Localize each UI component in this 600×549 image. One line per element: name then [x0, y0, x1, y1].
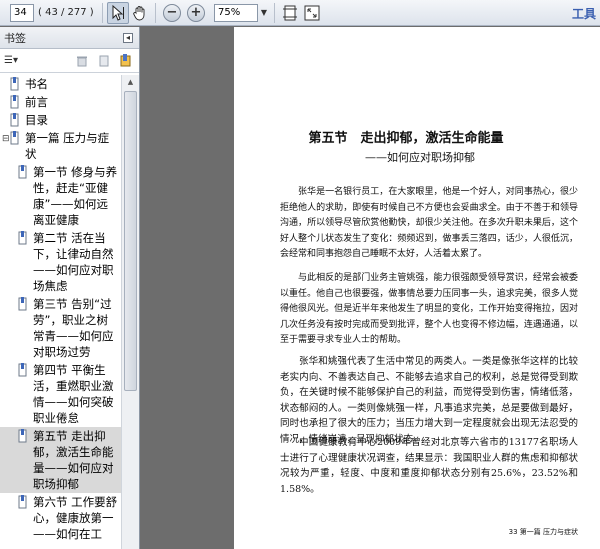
bookmark-item[interactable]: 目录: [0, 111, 121, 129]
scroll-up-icon[interactable]: ▲: [122, 75, 139, 89]
bookmark-icon: [18, 165, 27, 179]
bookmark-label: 前言: [25, 95, 48, 109]
new-bookmark-button[interactable]: [95, 52, 113, 70]
bookmark-item[interactable]: 前言: [0, 93, 121, 111]
bookmark-icon: [10, 131, 19, 145]
bookmark-properties-button[interactable]: [117, 52, 135, 70]
hand-tool-button[interactable]: [129, 2, 151, 24]
bookmark-icon: [10, 113, 19, 127]
zoom-dropdown-arrow[interactable]: ▼: [258, 4, 270, 22]
bookmark-icon: [10, 77, 19, 91]
zoom-in-button[interactable]: +: [187, 3, 205, 22]
bookmark-item[interactable]: 第三节 告别“过劳”，职业之树常青——如何应对职场过劳: [0, 295, 121, 361]
bookmarks-panel-title: 书签: [4, 31, 26, 45]
bookmarks-panel-header: 书签 ◂: [0, 27, 139, 49]
bookmark-tree: 书名 前言 目录 ⊟ 第一篇 压力与症状 第一节 修身与养性，赶走“亚健康”——…: [0, 75, 121, 549]
trash-icon: [77, 56, 87, 66]
page-footer: 33 第一篇 压力与症状: [508, 528, 578, 536]
section-subtitle: ——如何应对职场抑郁: [365, 151, 475, 164]
fit-page-button[interactable]: [279, 2, 301, 24]
toolbar-separator: [155, 2, 156, 23]
main-toolbar: 34 ( 43 / 277 ) − + 75% ▼ 工具: [0, 0, 600, 26]
body-paragraph: 张华是一名银行员工，在大家眼里，他是一个好人，对同事热心，很少拒绝他人的求助，即…: [280, 187, 578, 259]
fit-page-icon: [283, 5, 297, 20]
body-paragraph: 与此相反的是部门业务主管姚强，能力很强颇受领导赏识，经常会被委以重任。他自己也很…: [280, 273, 578, 345]
plus-icon: +: [190, 5, 202, 20]
bookmark-label: 目录: [25, 113, 48, 127]
bookmark-tag-icon: [120, 53, 131, 66]
cursor-icon: [112, 4, 124, 21]
new-bookmark-icon: [99, 55, 109, 66]
bookmark-icon: [10, 95, 19, 109]
bookmark-label: 第五节 走出抑郁，激活生命能量——如何应对职场抑郁: [33, 429, 114, 491]
bookmark-item[interactable]: 第一节 修身与养性，赶走“亚健康”——如何远离亚健康: [0, 163, 121, 229]
bookmarks-toolbar: ☰▾: [0, 49, 139, 73]
pdf-page: 第五节 走出抑郁，激活生命能量 ——如何应对职场抑郁 张华是一名银行员工，在大家…: [234, 27, 600, 549]
bookmark-label: 第一篇 压力与症状: [25, 131, 110, 161]
bookmark-icon: [18, 429, 27, 443]
bookmark-label: 第三节 告别“过劳”，职业之树常青——如何应对职场过劳: [33, 297, 114, 359]
tools-menu[interactable]: 工具: [572, 5, 596, 22]
bookmark-item[interactable]: 第六节 工作要舒心，健康放第一——如何在工: [0, 493, 121, 543]
document-viewport[interactable]: 第五节 走出抑郁，激活生命能量 ——如何应对职场抑郁 张华是一名银行员工，在大家…: [141, 27, 600, 549]
tree-toggle[interactable]: ⊟: [2, 131, 10, 147]
bookmark-item[interactable]: ⊟ 第一篇 压力与症状: [0, 129, 121, 163]
select-tool-button[interactable]: [107, 1, 129, 24]
minus-icon: −: [166, 5, 178, 20]
bookmark-label: 第四节 平衡生活，重燃职业激情——如何突破职业倦怠: [33, 363, 114, 425]
fit-width-button[interactable]: [301, 2, 323, 24]
zoom-level-input[interactable]: 75%: [214, 3, 258, 22]
toolbar-separator: [102, 2, 103, 23]
delete-bookmark-button[interactable]: [73, 52, 91, 70]
bookmark-item-selected[interactable]: 第五节 走出抑郁，激活生命能量——如何应对职场抑郁: [0, 427, 121, 493]
bookmark-icon: [18, 231, 27, 245]
options-dropdown[interactable]: ☰▾: [4, 55, 20, 66]
collapse-panel-button[interactable]: ◂: [123, 32, 133, 43]
page-count-label: ( 43 / 277 ): [38, 7, 94, 18]
page-number-input[interactable]: 34: [10, 3, 34, 22]
body-paragraph: 张华和姚强代表了生活中常见的两类人。一类是像张华这样的比较老实内向、不善表达自己…: [280, 356, 578, 445]
bookmark-icon: [18, 363, 27, 377]
bookmark-label: 第一节 修身与养性，赶走“亚健康”——如何远离亚健康: [33, 165, 118, 227]
bookmark-item[interactable]: 第二节 活在当下，让律动自然——如何应对职场焦虑: [0, 229, 121, 295]
body-paragraph: 中国健康教育中心2009年曾经对北京等六省市的13177名职场人士进行了心理健康…: [280, 437, 578, 495]
scrollbar-thumb[interactable]: [124, 91, 137, 391]
bookmark-icon: [18, 495, 27, 509]
bookmark-label: 第二节 活在当下，让律动自然——如何应对职场焦虑: [33, 231, 114, 293]
bookmark-item[interactable]: 第四节 平衡生活，重燃职业激情——如何突破职业倦怠: [0, 361, 121, 427]
fit-width-icon: [304, 5, 320, 20]
toolbar-separator: [274, 2, 275, 23]
bookmarks-scrollbar[interactable]: ▲: [121, 75, 139, 549]
bookmark-label: 书名: [25, 77, 48, 91]
bookmarks-panel: 书签 ◂ ☰▾ 书名 前言 目录 ⊟ 第一篇 压力与症状 第一节 修身与养性，赶…: [0, 27, 140, 549]
bookmark-item[interactable]: 书名: [0, 75, 121, 93]
bookmark-icon: [18, 297, 27, 311]
zoom-out-button[interactable]: −: [163, 3, 181, 22]
hand-icon: [133, 5, 145, 20]
bookmark-label: 第六节 工作要舒心，健康放第一——如何在工: [33, 495, 118, 541]
section-title: 第五节 走出抑郁，激活生命能量: [308, 131, 504, 146]
